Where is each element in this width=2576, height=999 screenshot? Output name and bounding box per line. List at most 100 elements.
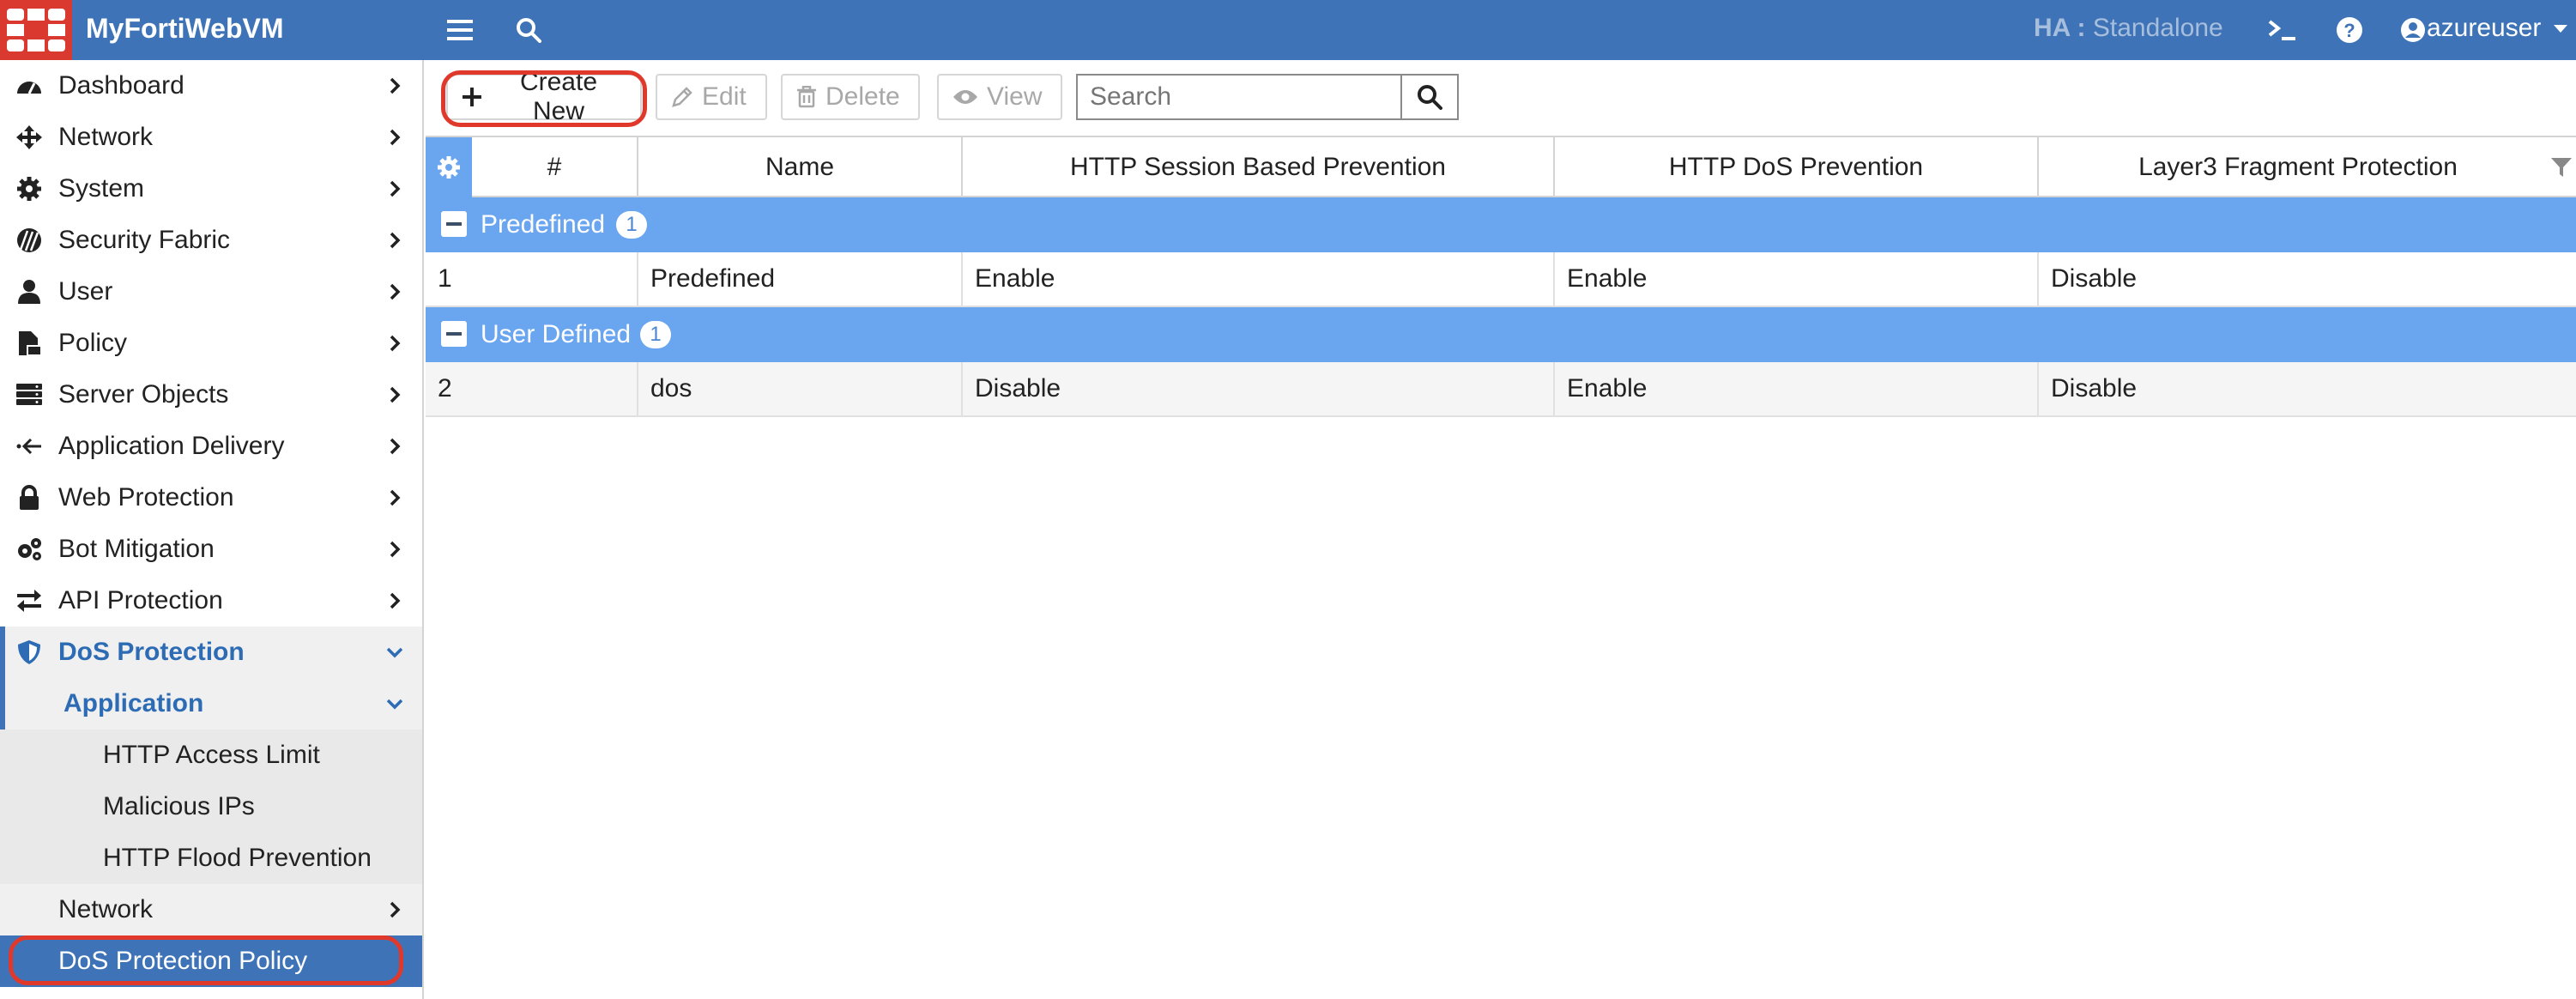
cell-http-dos: Enable bbox=[1555, 252, 2039, 306]
chevron-down-icon bbox=[386, 647, 403, 658]
column-header-name[interactable]: Name bbox=[638, 137, 963, 197]
sidebar-item-dos-network[interactable]: Network bbox=[0, 884, 422, 935]
policy-icon bbox=[19, 331, 42, 356]
hamburger-menu-icon[interactable] bbox=[443, 0, 477, 60]
sidebar-item-http-access-limit[interactable]: HTTP Access Limit bbox=[0, 730, 422, 781]
sidebar-item-label: Application Delivery bbox=[58, 432, 285, 460]
sidebar-item-security-fabric[interactable]: Security Fabric bbox=[0, 215, 422, 266]
filter-icon[interactable] bbox=[2550, 156, 2573, 179]
collapse-icon[interactable] bbox=[441, 211, 467, 237]
ha-label: HA : bbox=[2034, 14, 2086, 42]
sidebar-item-server-objects[interactable]: Server Objects bbox=[0, 369, 422, 421]
chevron-right-icon bbox=[390, 386, 401, 403]
app-delivery-icon bbox=[16, 438, 41, 455]
chevron-right-icon bbox=[390, 541, 401, 558]
lock-icon bbox=[20, 485, 39, 510]
cell-layer3: Disable bbox=[2051, 264, 2138, 293]
sidebar-item-label: DoS Protection Policy bbox=[58, 947, 308, 975]
sidebar-item-label: Server Objects bbox=[58, 380, 229, 409]
sidebar-item-label: Application bbox=[63, 689, 204, 717]
sidebar-item-label: API Protection bbox=[58, 586, 223, 615]
top-bar: MyFortiWebVM HA : Standalone ? azureuser bbox=[0, 0, 2576, 60]
edit-button[interactable]: Edit bbox=[656, 74, 767, 120]
svg-text:?: ? bbox=[2343, 20, 2355, 41]
sidebar-item-label: HTTP Access Limit bbox=[103, 741, 320, 769]
cell-name: Predefined bbox=[638, 252, 963, 306]
server-icon bbox=[16, 384, 42, 405]
chevron-right-icon bbox=[390, 592, 401, 609]
security-fabric-icon bbox=[17, 228, 41, 252]
sidebar-item-policy[interactable]: Policy bbox=[0, 318, 422, 369]
sidebar-item-network[interactable]: Network bbox=[0, 112, 422, 163]
cogs-icon bbox=[18, 538, 41, 560]
search-icon[interactable] bbox=[511, 0, 546, 60]
gear-icon bbox=[17, 177, 41, 201]
chevron-right-icon bbox=[390, 335, 401, 352]
sidebar-item-label: User bbox=[58, 277, 113, 306]
sidebar-item-web-protection[interactable]: Web Protection bbox=[0, 472, 422, 524]
sidebar-item-http-flood-prevention[interactable]: HTTP Flood Prevention bbox=[0, 832, 422, 884]
chevron-right-icon bbox=[390, 232, 401, 249]
column-settings-button[interactable] bbox=[426, 137, 472, 197]
column-header-http-dos[interactable]: HTTP DoS Prevention bbox=[1555, 137, 2039, 197]
create-new-button[interactable]: Create New bbox=[446, 68, 642, 125]
sidebar-item-label: System bbox=[58, 174, 145, 203]
user-menu[interactable]: azureuser bbox=[2427, 0, 2567, 60]
cell-number: 1 bbox=[426, 252, 638, 306]
fortinet-logo[interactable] bbox=[0, 0, 72, 60]
cell-http-session: Disable bbox=[963, 362, 1555, 415]
column-header-number[interactable]: # bbox=[472, 137, 638, 197]
view-button[interactable]: View bbox=[937, 74, 1062, 120]
table-row[interactable]: 1 Predefined Enable Enable Disable bbox=[426, 252, 2576, 307]
sidebar-item-label: Policy bbox=[58, 329, 128, 357]
cell-number: 2 bbox=[426, 362, 638, 415]
sidebar-item-label: Network bbox=[58, 123, 154, 151]
sidebar-item-dos-protection-policy[interactable]: DoS Protection Policy bbox=[0, 935, 422, 987]
cell-layer3: Disable bbox=[2051, 374, 2138, 403]
sidebar-item-api-protection[interactable]: API Protection bbox=[0, 575, 422, 627]
sidebar-item-label: Malicious IPs bbox=[103, 792, 255, 820]
create-new-label: Create New bbox=[519, 68, 597, 125]
eye-icon bbox=[953, 90, 977, 104]
collapse-icon[interactable] bbox=[441, 321, 467, 347]
table-header: # Name HTTP Session Based Prevention HTT… bbox=[426, 136, 2576, 197]
column-header-layer3[interactable]: Layer3 Fragment Protection bbox=[2039, 137, 2557, 197]
plus-icon bbox=[462, 88, 481, 106]
chevron-down-icon bbox=[386, 699, 403, 710]
group-label: Predefined bbox=[481, 210, 606, 239]
caret-down-icon bbox=[2553, 25, 2567, 33]
sidebar-item-dos-protection[interactable]: DoS Protection bbox=[0, 627, 422, 678]
group-count-badge: 1 bbox=[616, 211, 647, 239]
sidebar-item-label: HTTP Flood Prevention bbox=[103, 844, 372, 872]
group-row-user-defined[interactable]: User Defined 1 bbox=[426, 307, 2576, 362]
chevron-right-icon bbox=[390, 129, 401, 146]
sidebar-item-user[interactable]: User bbox=[0, 266, 422, 318]
chevron-right-icon bbox=[390, 489, 401, 506]
chevron-right-icon bbox=[390, 180, 401, 197]
ha-value: Standalone bbox=[2092, 14, 2223, 42]
chevron-right-icon bbox=[390, 901, 401, 918]
chevron-right-icon bbox=[390, 283, 401, 300]
search-input[interactable] bbox=[1076, 74, 1402, 120]
user-avatar-icon[interactable] bbox=[2398, 0, 2428, 60]
table-row[interactable]: 2 dos Disable Enable Disable bbox=[426, 362, 2576, 417]
sidebar-item-system[interactable]: System bbox=[0, 163, 422, 215]
search-button[interactable] bbox=[1402, 74, 1459, 120]
group-row-predefined[interactable]: Predefined 1 bbox=[426, 197, 2576, 252]
sidebar-item-application[interactable]: Application bbox=[0, 678, 422, 730]
sidebar-item-dashboard[interactable]: Dashboard bbox=[0, 60, 422, 112]
help-icon[interactable]: ? bbox=[2332, 0, 2367, 60]
chevron-right-icon bbox=[390, 77, 401, 94]
chevron-right-icon bbox=[390, 438, 401, 455]
sidebar-item-malicious-ips[interactable]: Malicious IPs bbox=[0, 781, 422, 832]
sidebar-item-label: Network bbox=[58, 895, 154, 923]
cli-console-icon[interactable] bbox=[2265, 0, 2300, 60]
sidebar-item-application-delivery[interactable]: Application Delivery bbox=[0, 421, 422, 472]
column-header-http-session[interactable]: HTTP Session Based Prevention bbox=[963, 137, 1555, 197]
sidebar-item-bot-mitigation[interactable]: Bot Mitigation bbox=[0, 524, 422, 575]
delete-button[interactable]: Delete bbox=[781, 74, 920, 120]
exchange-icon bbox=[17, 590, 41, 612]
network-icon bbox=[16, 125, 42, 149]
group-count-badge: 1 bbox=[640, 321, 671, 348]
fortinet-logo-icon bbox=[7, 9, 65, 51]
